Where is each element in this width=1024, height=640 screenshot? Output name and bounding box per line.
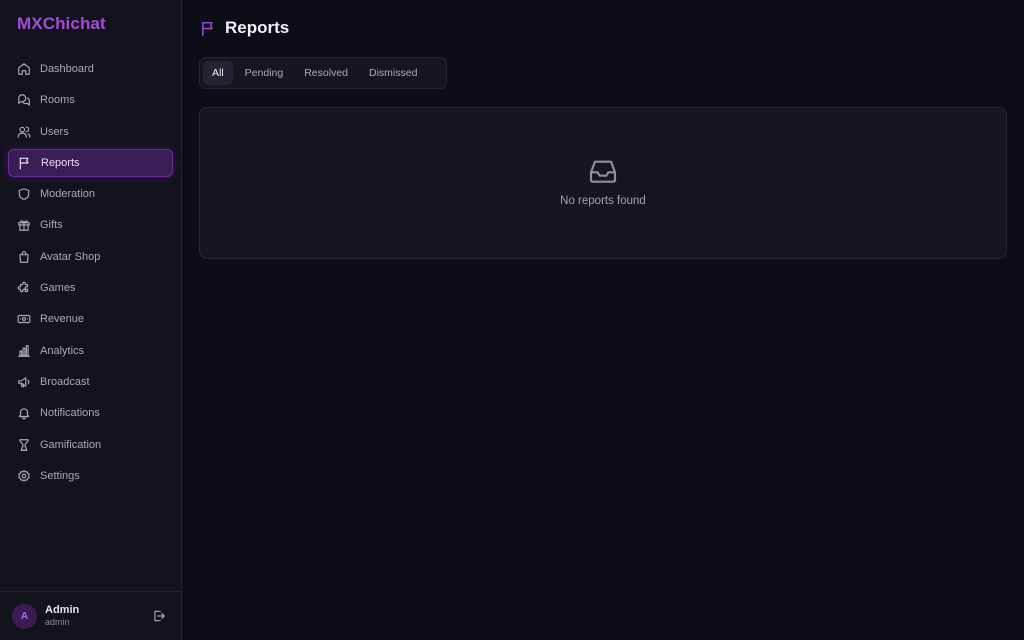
tab-all[interactable]: All (203, 61, 233, 85)
sidebar-nav: Dashboard Rooms Users Reports Moderation… (0, 55, 181, 493)
gear-icon (18, 469, 30, 482)
page-header: Reports (200, 18, 289, 38)
gift-icon (18, 220, 30, 232)
logout-icon[interactable] (152, 609, 166, 623)
sidebar-item-label: Users (40, 125, 69, 138)
sidebar-item-label: Broadcast (40, 375, 90, 388)
shopping-bag-icon (19, 251, 29, 263)
sidebar-item-notifications[interactable]: Notifications (8, 399, 173, 427)
app-shell: MXChichat Dashboard Rooms Users Reports … (0, 0, 1024, 640)
report-filter-tabs: All Pending Resolved Dismissed (199, 57, 447, 89)
sidebar-item-rooms[interactable]: Rooms (8, 86, 173, 114)
bar-chart-icon (18, 344, 30, 357)
sidebar-item-reports[interactable]: Reports (8, 148, 173, 177)
avatar[interactable]: A (12, 603, 37, 629)
trophy-icon (19, 438, 29, 451)
banknote-icon (17, 315, 31, 324)
sidebar-item-label: Revenue (40, 313, 85, 326)
tab-resolved[interactable]: Resolved (295, 61, 357, 85)
inbox-icon (589, 160, 617, 183)
sidebar-item-gifts[interactable]: Gifts (8, 211, 173, 239)
empty-state-message: No reports found (560, 195, 646, 207)
sidebar-item-broadcast[interactable]: Broadcast (8, 368, 173, 396)
megaphone-icon (18, 377, 30, 388)
sidebar: MXChichat Dashboard Rooms Users Reports … (0, 0, 182, 640)
users-icon (17, 126, 31, 138)
sidebar-item-label: Dashboard (40, 63, 94, 75)
sidebar-item-label: Rooms (40, 94, 75, 107)
flag-icon (202, 21, 213, 36)
user-profile: A Admin admin (0, 591, 181, 640)
sidebar-item-label: Games (40, 282, 76, 295)
sidebar-item-analytics[interactable]: Analytics (8, 337, 173, 365)
shield-icon (18, 188, 30, 201)
user-name: Admin (45, 604, 80, 616)
bell-icon (18, 408, 30, 420)
user-meta: Admin admin (45, 604, 79, 628)
puzzle-icon (17, 281, 29, 293)
sidebar-item-users[interactable]: Users (8, 118, 173, 146)
home-icon (18, 63, 30, 75)
user-role: admin (45, 617, 70, 628)
chat-bubbles-icon (18, 94, 30, 107)
tab-pending[interactable]: Pending (236, 61, 293, 85)
sidebar-item-revenue[interactable]: Revenue (8, 305, 173, 333)
sidebar-item-dashboard[interactable]: Dashboard (8, 55, 173, 83)
sidebar-item-label: Moderation (40, 188, 96, 201)
sidebar-item-games[interactable]: Games (8, 274, 173, 302)
sidebar-item-avatar-shop[interactable]: Avatar Shop (8, 243, 173, 271)
sidebar-item-settings[interactable]: Settings (8, 462, 173, 490)
sidebar-item-label: Gamification (40, 438, 102, 451)
sidebar-item-label: Gifts (40, 219, 63, 232)
main-content: Reports All Pending Resolved Dismissed N… (182, 0, 1024, 640)
flag-icon (19, 157, 29, 170)
sidebar-item-label: Analytics (40, 344, 85, 357)
page-title: Reports (225, 18, 290, 37)
sidebar-item-label: Avatar Shop (40, 250, 101, 263)
sidebar-item-label: Notifications (40, 407, 100, 420)
empty-state-card: No reports found (199, 107, 1007, 259)
sidebar-item-moderation[interactable]: Moderation (8, 180, 173, 208)
sidebar-item-label: Settings (40, 469, 80, 482)
sidebar-item-label: Reports (41, 156, 80, 169)
sidebar-item-gamification[interactable]: Gamification (8, 431, 173, 459)
tab-dismissed[interactable]: Dismissed (360, 61, 426, 85)
brand-logo[interactable]: MXChichat (0, 0, 181, 46)
